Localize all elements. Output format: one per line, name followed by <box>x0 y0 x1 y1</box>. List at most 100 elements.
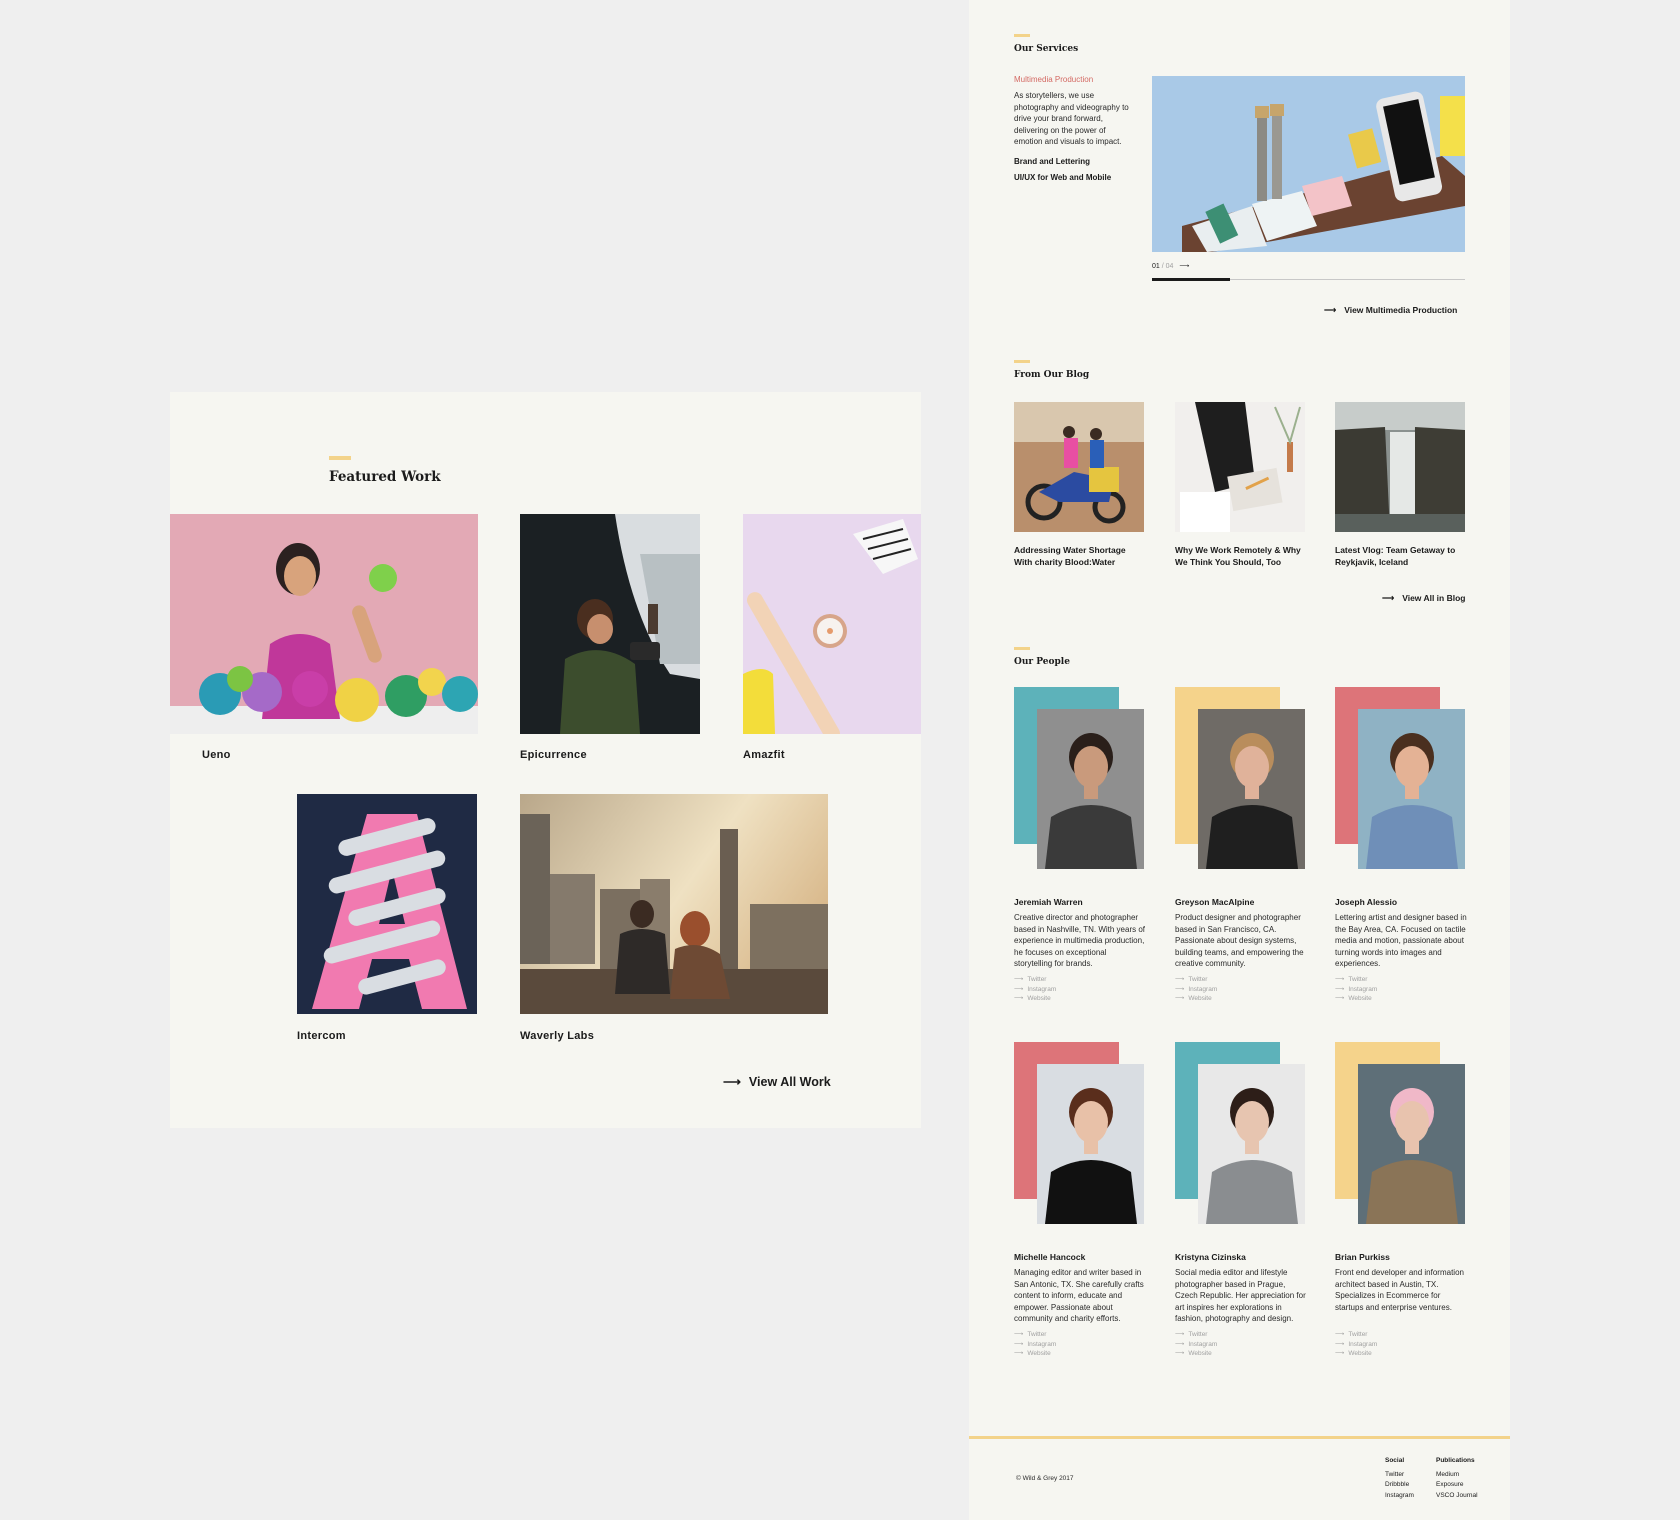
person-links: ⟶ Twitter ⟶ Instagram ⟶ Website <box>1175 1330 1217 1359</box>
view-multimedia-production-link[interactable]: ⟶ View Multimedia Production <box>1324 305 1457 316</box>
view-all-blog-link[interactable]: ⟶ View All in Blog <box>1382 593 1465 604</box>
work-label-intercom[interactable]: Intercom <box>297 1030 346 1042</box>
arrow-right-icon: ⟶ <box>1335 976 1345 983</box>
blog-post-title-2[interactable]: Why We Work Remotely & Why We Think You … <box>1175 544 1307 568</box>
person-link-twitter[interactable]: ⟶ Twitter <box>1335 1330 1377 1340</box>
person-link-label: Website <box>1348 1350 1372 1357</box>
person-link-twitter[interactable]: ⟶ Twitter <box>1014 975 1056 985</box>
work-tile-ueno[interactable] <box>170 514 478 734</box>
arrow-right-icon: ⟶ <box>1014 1331 1024 1338</box>
blog-post-image-3[interactable] <box>1335 402 1465 532</box>
section-accent-bar <box>329 456 351 460</box>
work-label-epicurrence[interactable]: Epicurrence <box>520 749 587 761</box>
section-accent-bar <box>1014 647 1030 650</box>
portrait-image <box>1358 709 1465 869</box>
person-name[interactable]: Greyson MacAlpine <box>1175 897 1254 907</box>
person-bio: Social media editor and lifestyle photog… <box>1175 1268 1306 1323</box>
person-link-instagram[interactable]: ⟶ Instagram <box>1175 985 1217 995</box>
person-link-label: Twitter <box>1348 976 1368 983</box>
person-link-label: Website <box>1188 1350 1212 1357</box>
slide-counter: 01 / 04 ⟶ <box>1152 262 1189 270</box>
person-link-twitter[interactable]: ⟶ Twitter <box>1014 1330 1056 1340</box>
work-tile-intercom[interactable] <box>297 794 477 1014</box>
arrow-right-icon: ⟶ <box>1175 1340 1185 1348</box>
slide-progress-fill <box>1152 278 1231 281</box>
person-link-twitter[interactable]: ⟶ Twitter <box>1175 1330 1217 1340</box>
person-photo[interactable] <box>1037 1064 1144 1224</box>
work-tile-amazfit[interactable] <box>743 514 921 734</box>
arrow-right-icon: ⟶ <box>1175 1350 1185 1357</box>
work-label-amazfit[interactable]: Amazfit <box>743 749 785 761</box>
blog-post-title-1[interactable]: Addressing Water Shortage With charity B… <box>1014 544 1146 568</box>
view-all-work-link[interactable]: ⟶ View All Work <box>723 1074 831 1089</box>
blog-post-image-1[interactable] <box>1014 402 1144 532</box>
section-accent-bar <box>1014 360 1030 363</box>
person-link-label: Twitter <box>1348 1331 1368 1338</box>
arrow-right-icon: ⟶ <box>1175 1331 1185 1338</box>
person-name[interactable]: Joseph Alessio <box>1335 897 1397 907</box>
person-photo[interactable] <box>1358 1064 1465 1224</box>
person-bio: Creative director and photographer based… <box>1014 913 1146 968</box>
arrow-right-icon: ⟶ <box>1014 1350 1024 1357</box>
footer-link-vsco-journal[interactable]: VSCO Journal <box>1436 1491 1478 1502</box>
portrait-image <box>1037 1064 1144 1224</box>
person-name[interactable]: Michelle Hancock <box>1014 1252 1085 1262</box>
person-link-website[interactable]: ⟶ Website <box>1014 994 1056 1004</box>
arrow-right-icon: ⟶ <box>1175 985 1185 993</box>
person-link-website[interactable]: ⟶ Website <box>1175 994 1217 1004</box>
person-link-twitter[interactable]: ⟶ Twitter <box>1335 975 1377 985</box>
service-brand-lettering[interactable]: Brand and Lettering <box>1014 157 1090 166</box>
person-link-instagram[interactable]: ⟶ Instagram <box>1335 985 1377 995</box>
person-link-website[interactable]: ⟶ Website <box>1175 1349 1217 1359</box>
remote-work-image <box>1175 402 1305 532</box>
footer-link-exposure[interactable]: Exposure <box>1436 1480 1478 1491</box>
arrow-right-icon: ⟶ <box>1014 976 1024 983</box>
service-multimedia-production[interactable]: Multimedia Production <box>1014 75 1093 84</box>
person-link-label: Website <box>1348 995 1372 1002</box>
arrow-right-icon: ⟶ <box>1382 593 1395 603</box>
work-label-ueno[interactable]: Ueno <box>202 749 231 761</box>
person-photo[interactable] <box>1198 1064 1305 1224</box>
footer-link-medium[interactable]: Medium <box>1436 1470 1478 1481</box>
work-label-waverly-labs[interactable]: Waverly Labs <box>520 1030 594 1042</box>
service-ui-ux[interactable]: UI/UX for Web and Mobile <box>1014 173 1111 182</box>
person-link-instagram[interactable]: ⟶ Instagram <box>1014 1340 1056 1350</box>
arrow-right-icon: ⟶ <box>1175 976 1185 983</box>
person-link-website[interactable]: ⟶ Website <box>1335 1349 1377 1359</box>
slide-progress-track <box>1152 278 1465 281</box>
person-link-website[interactable]: ⟶ Website <box>1014 1349 1056 1359</box>
next-slide-icon[interactable]: ⟶ <box>1179 263 1189 270</box>
person-photo[interactable] <box>1358 709 1465 869</box>
person-name[interactable]: Jeremiah Warren <box>1014 897 1083 907</box>
person-photo[interactable] <box>1198 709 1305 869</box>
footer-link-instagram[interactable]: Instagram <box>1385 1491 1414 1502</box>
person-link-twitter[interactable]: ⟶ Twitter <box>1175 975 1217 985</box>
person-link-instagram[interactable]: ⟶ Instagram <box>1175 1340 1217 1350</box>
footer-link-dribbble[interactable]: Dribbble <box>1385 1480 1414 1491</box>
waverly-labs-image <box>520 794 828 1014</box>
person-name[interactable]: Brian Purkiss <box>1335 1252 1390 1262</box>
person-link-instagram[interactable]: ⟶ Instagram <box>1335 1340 1377 1350</box>
blog-post-image-2[interactable] <box>1175 402 1305 532</box>
person-link-label: Website <box>1188 995 1212 1002</box>
view-all-blog-label: View All in Blog <box>1402 593 1466 603</box>
person-link-instagram[interactable]: ⟶ Instagram <box>1014 985 1056 995</box>
footer-link-twitter[interactable]: Twitter <box>1385 1470 1414 1481</box>
person-link-label: Instagram <box>1188 1340 1218 1348</box>
work-tile-waverly-labs[interactable] <box>520 794 828 1014</box>
slide-total: / 04 <box>1161 263 1174 270</box>
arrow-right-icon: ⟶ <box>723 1075 741 1089</box>
person-name[interactable]: Kristyna Cizinska <box>1175 1252 1246 1262</box>
person-link-label: Twitter <box>1188 1331 1208 1338</box>
person-bio: Front end developer and information arch… <box>1335 1268 1464 1312</box>
person-links: ⟶ Twitter ⟶ Instagram ⟶ Website <box>1335 975 1377 1004</box>
services-title: Our Services <box>1014 44 1079 54</box>
blog-post-title-3[interactable]: Latest Vlog: Team Getaway to Reykjavik, … <box>1335 544 1467 568</box>
service-description: As storytellers, we use photography and … <box>1014 91 1129 146</box>
person-photo[interactable] <box>1037 709 1144 869</box>
person-link-label: Twitter <box>1188 976 1208 983</box>
portrait-image <box>1358 1064 1465 1224</box>
arrow-right-icon: ⟶ <box>1014 1340 1024 1348</box>
person-link-website[interactable]: ⟶ Website <box>1335 994 1377 1004</box>
work-tile-epicurrence[interactable] <box>520 514 700 734</box>
